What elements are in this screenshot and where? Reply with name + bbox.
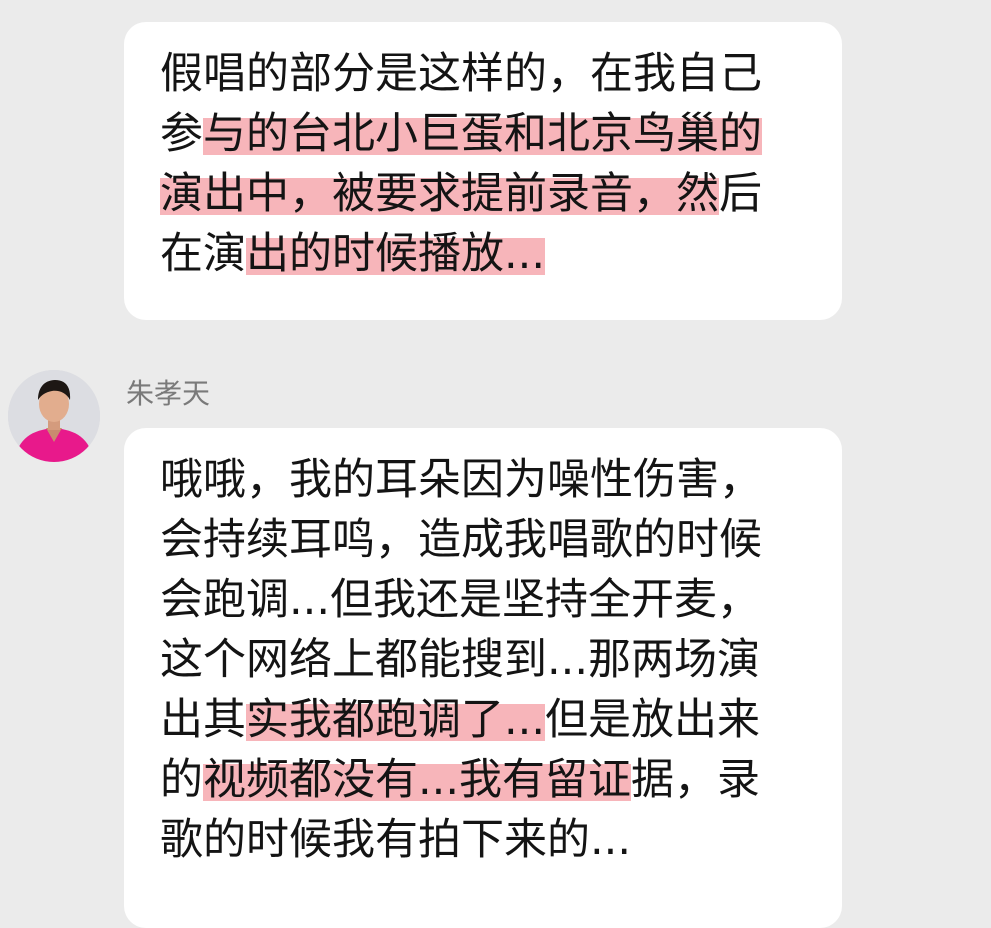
message-text-segment: 据，录: [631, 755, 761, 805]
message-text-segment: 这个网络上都能搜到...那两场演: [160, 635, 761, 685]
highlighted-text: 视频都没有...我有留证: [203, 755, 632, 805]
message-text-segment: 出其: [160, 695, 246, 745]
highlighted-text: 出的时候播放...: [246, 229, 546, 279]
message-text-segment: 哦哦，我的耳朵因为噪性伤害，: [160, 455, 762, 505]
message-line: 在演出的时候播放...: [160, 224, 812, 284]
message-text-segment: 会持续耳鸣，造成我唱歌的时候: [160, 515, 762, 565]
message-line: 的视频都没有...我有留证据，录: [160, 750, 812, 810]
message-line: 歌的时候我有拍下来的...: [160, 810, 812, 870]
message-line: 哦哦，我的耳朵因为噪性伤害，: [160, 450, 812, 510]
highlighted-text: 与的台北小巨蛋和北京鸟巢的: [203, 109, 762, 159]
message-text-segment: 假唱的部分是这样的，在我自己: [160, 49, 762, 99]
message-bubble-1[interactable]: 假唱的部分是这样的，在我自己 参与的台北小巨蛋和北京鸟巢的 演出中，被要求提前录音，…: [124, 22, 842, 320]
message-text-segment: 但是放出来: [545, 695, 761, 745]
message-line: 这个网络上都能搜到...那两场演: [160, 630, 812, 690]
message-line: 会跑调...但我还是坚持全开麦，: [160, 570, 812, 630]
message-line: 参与的台北小巨蛋和北京鸟巢的: [160, 104, 812, 164]
sender-name: 朱孝天: [126, 377, 211, 410]
message-text-segment: 在演: [160, 229, 246, 279]
message-bubble-2[interactable]: 哦哦，我的耳朵因为噪性伤害， 会持续耳鸣，造成我唱歌的时候 会跑调...但我还是坚持…: [124, 428, 842, 928]
message-line: 出其实我都跑调了...但是放出来: [160, 690, 812, 750]
sender-avatar[interactable]: [8, 370, 100, 462]
highlighted-text: 实我都跑调了...: [246, 695, 546, 745]
message-line: 会持续耳鸣，造成我唱歌的时候: [160, 510, 812, 570]
message-text-2: 哦哦，我的耳朵因为噪性伤害， 会持续耳鸣，造成我唱歌的时候 会跑调...但我还是坚持…: [160, 450, 812, 870]
message-text-segment: 参: [160, 109, 203, 159]
message-text-1: 假唱的部分是这样的，在我自己 参与的台北小巨蛋和北京鸟巢的 演出中，被要求提前录音，…: [160, 44, 812, 284]
message-text-segment: 会跑调...但我还是坚持全开麦，: [160, 575, 761, 625]
avatar-photo-icon: [8, 370, 100, 462]
message-line: 演出中，被要求提前录音，然后: [160, 164, 812, 224]
message-line: 假唱的部分是这样的，在我自己: [160, 44, 812, 104]
message-text-segment: 后: [719, 169, 762, 219]
message-text-segment: 歌的时候我有拍下来的...: [160, 815, 632, 865]
highlighted-text: 演出中，被要求提前录音，然: [160, 169, 719, 219]
message-text-segment: 的: [160, 755, 203, 805]
